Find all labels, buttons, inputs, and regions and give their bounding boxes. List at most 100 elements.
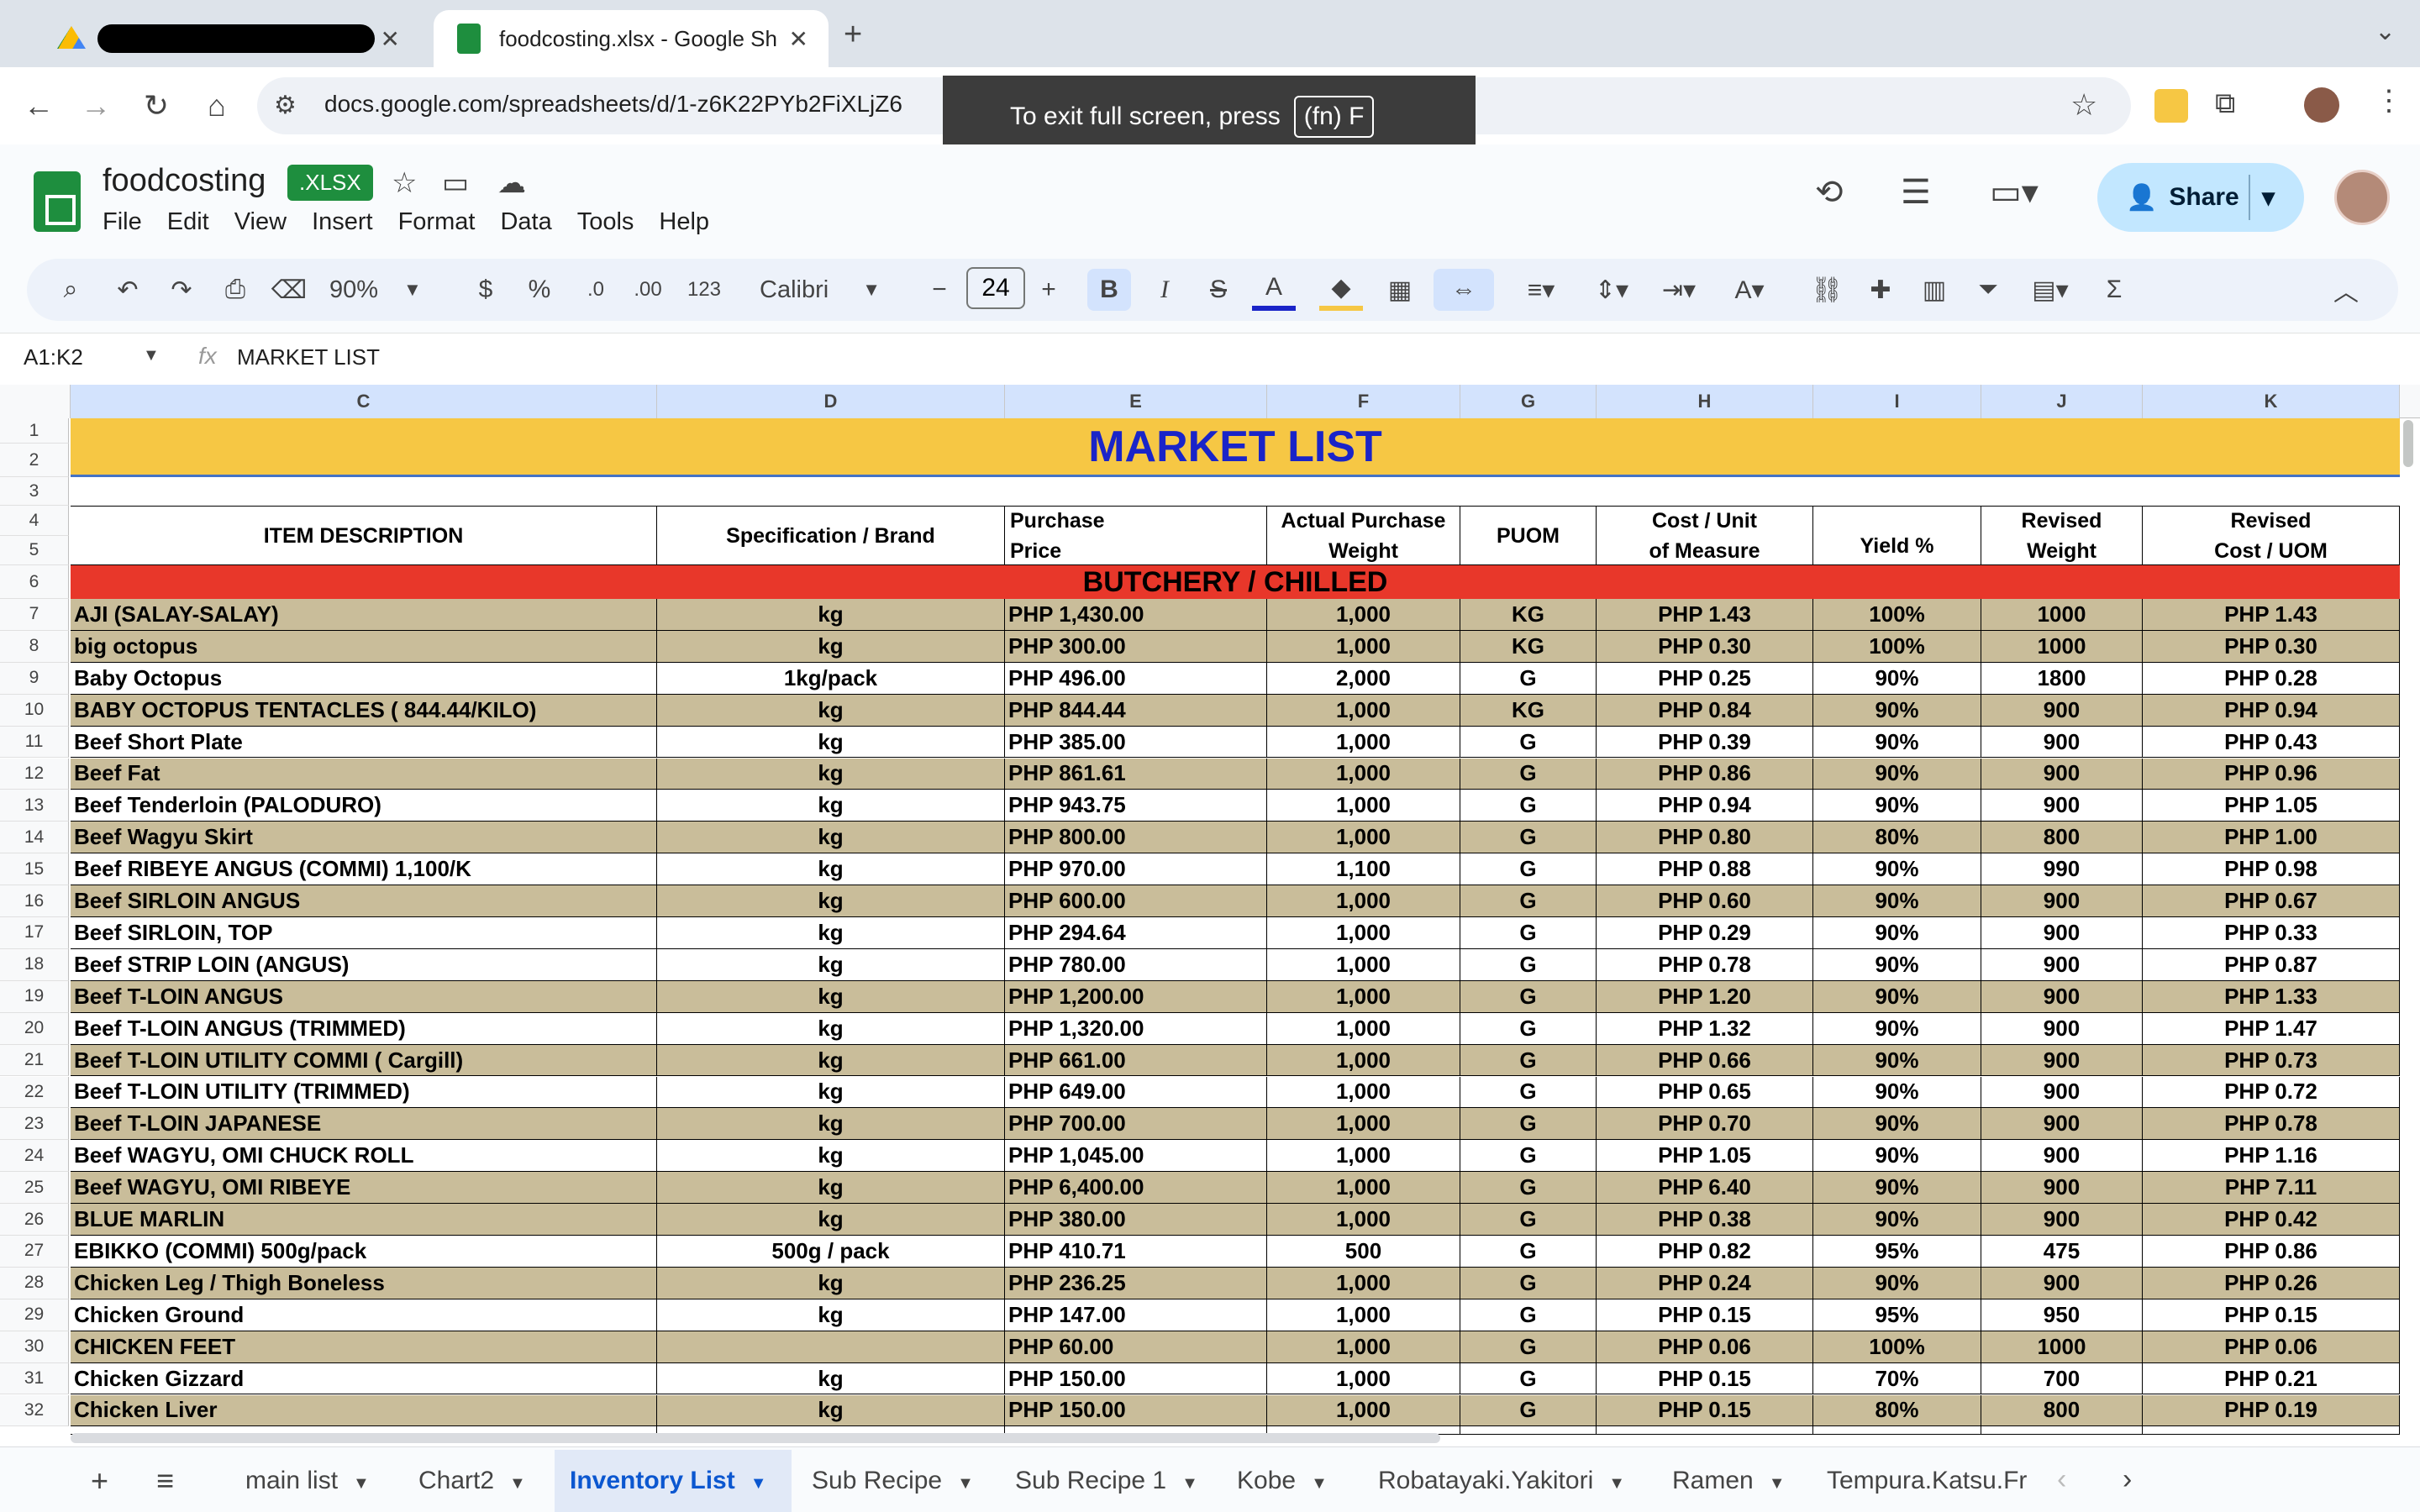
row-header[interactable]: 22 [0, 1076, 69, 1109]
menu-format[interactable]: Format [398, 208, 476, 236]
row-header[interactable]: 7 [0, 599, 69, 631]
cost-per-unit-cell[interactable]: PHP 0.29 [1597, 917, 1813, 949]
revised-cost-cell[interactable]: PHP 0.43 [2143, 726, 2400, 759]
yield-cell[interactable]: 80% [1813, 1394, 1981, 1427]
browser-tab-foodcosting[interactable]: foodcosting.xlsx - Google Sh ✕ [434, 10, 829, 67]
collapse-toolbar-icon[interactable]: ︿ [2328, 269, 2365, 311]
revised-weight-cell[interactable]: 900 [1981, 1140, 2143, 1173]
specification-cell[interactable]: kg [657, 599, 1005, 631]
specification-cell[interactable]: 500g / pack [657, 1236, 1005, 1268]
purchase-price-cell[interactable]: PHP 236.25 [1005, 1267, 1267, 1299]
doc-title[interactable]: foodcosting [103, 163, 266, 199]
specification-cell[interactable]: kg [657, 948, 1005, 981]
revised-cost-cell[interactable]: PHP 0.26 [2143, 1267, 2400, 1299]
revised-weight-cell[interactable]: 950 [1981, 1299, 2143, 1331]
purchase-price-cell[interactable]: PHP 300.00 [1005, 630, 1267, 663]
market-list-title[interactable]: MARKET LIST [71, 418, 2400, 477]
row-header[interactable]: 9 [0, 662, 69, 695]
puom-cell[interactable]: G [1460, 822, 1597, 854]
purchase-price-cell[interactable]: PHP 943.75 [1005, 790, 1267, 822]
item-description-cell[interactable]: Baby Octopus [71, 662, 657, 695]
reload-icon[interactable]: ↻ [138, 87, 175, 124]
row-header[interactable]: 11 [0, 726, 69, 759]
revised-cost-cell[interactable]: PHP 0.33 [2143, 917, 2400, 949]
purchase-weight-cell[interactable]: 1,000 [1267, 1394, 1460, 1427]
menu-view[interactable]: View [234, 208, 287, 236]
purchase-price-cell[interactable]: PHP 385.00 [1005, 726, 1267, 759]
yield-cell[interactable]: 100% [1813, 1331, 1981, 1363]
yield-cell[interactable]: 90% [1813, 1076, 1981, 1109]
purchase-weight-cell[interactable]: 1,000 [1267, 1331, 1460, 1363]
purchase-weight-cell[interactable]: 1,000 [1267, 599, 1460, 631]
yield-cell[interactable]: 90% [1813, 1012, 1981, 1045]
comments-icon[interactable]: ☰ [1901, 173, 1931, 212]
item-description-cell[interactable]: Chicken Leg / Thigh Boneless [71, 1267, 657, 1299]
cost-per-unit-cell[interactable]: PHP 0.24 [1597, 1267, 1813, 1299]
column-header-f[interactable]: F [1267, 385, 1460, 418]
specification-cell[interactable]: kg [657, 917, 1005, 949]
purchase-price-cell[interactable]: PHP 1,320.00 [1005, 1012, 1267, 1045]
column-header-i[interactable]: I [1813, 385, 1981, 418]
bookmark-star-icon[interactable]: ☆ [2070, 87, 2097, 123]
yield-cell[interactable]: 90% [1813, 853, 1981, 886]
puom-cell[interactable]: G [1460, 1362, 1597, 1395]
font-select[interactable]: Calibri ▼ [760, 269, 899, 311]
cost-per-unit-cell[interactable]: PHP 0.80 [1597, 822, 1813, 854]
yield-cell[interactable]: 90% [1813, 662, 1981, 695]
column-header-j[interactable]: J [1981, 385, 2143, 418]
item-description-cell[interactable]: Chicken Gizzard [71, 1362, 657, 1395]
item-description-cell[interactable]: Beef T-LOIN ANGUS (TRIMMED) [71, 1012, 657, 1045]
purchase-price-cell[interactable]: PHP 861.61 [1005, 758, 1267, 790]
puzzle-icon[interactable]: ⧉ [2215, 87, 2235, 120]
cost-per-unit-cell[interactable]: PHP 1.32 [1597, 1012, 1813, 1045]
bold-button[interactable]: B [1087, 269, 1131, 311]
item-description-cell[interactable]: big octopus [71, 630, 657, 663]
row-header[interactable]: 5 [0, 536, 69, 565]
vertical-scrollbar[interactable] [2403, 420, 2413, 467]
yield-cell[interactable]: 90% [1813, 1140, 1981, 1173]
revised-cost-cell[interactable]: PHP 0.87 [2143, 948, 2400, 981]
specification-cell[interactable]: kg [657, 980, 1005, 1013]
cost-per-unit-cell[interactable]: PHP 0.88 [1597, 853, 1813, 886]
specification-cell[interactable]: kg [657, 1140, 1005, 1173]
cost-per-unit-cell[interactable]: PHP 0.38 [1597, 1204, 1813, 1236]
purchase-price-cell[interactable]: PHP 600.00 [1005, 885, 1267, 917]
item-description-cell[interactable]: Chicken Liver [71, 1394, 657, 1427]
row-header[interactable]: 16 [0, 885, 69, 917]
section-butchery[interactable]: BUTCHERY / CHILLED [71, 565, 2400, 599]
row-header[interactable]: 19 [0, 980, 69, 1013]
insert-link-icon[interactable]: ⛓ [1807, 269, 1847, 311]
purchase-price-cell[interactable]: PHP 844.44 [1005, 694, 1267, 727]
column-header-k[interactable]: K [2143, 385, 2400, 418]
extension-icon[interactable] [2154, 89, 2188, 123]
puom-cell[interactable]: G [1460, 1108, 1597, 1141]
purchase-weight-cell[interactable]: 1,000 [1267, 1044, 1460, 1077]
revised-cost-cell[interactable]: PHP 0.72 [2143, 1076, 2400, 1109]
header-cell-e[interactable]: Purchase Price [1005, 506, 1267, 565]
home-icon[interactable]: ⌂ [198, 87, 235, 124]
purchase-weight-cell[interactable]: 1,000 [1267, 694, 1460, 727]
currency-format-button[interactable]: $ [471, 269, 501, 311]
specification-cell[interactable]: kg [657, 694, 1005, 727]
row-header[interactable]: 32 [0, 1394, 69, 1427]
header-cell-k[interactable]: Revised Cost / UOM [2143, 506, 2400, 565]
purchase-weight-cell[interactable]: 1,000 [1267, 758, 1460, 790]
select-all-corner[interactable] [0, 385, 71, 418]
puom-cell[interactable]: G [1460, 1204, 1597, 1236]
revised-cost-cell[interactable]: PHP 0.28 [2143, 662, 2400, 695]
purchase-price-cell[interactable]: PHP 294.64 [1005, 917, 1267, 949]
revised-cost-cell[interactable]: PHP 1.33 [2143, 980, 2400, 1013]
yield-cell[interactable]: 80% [1813, 822, 1981, 854]
increase-font-size-button[interactable]: + [1034, 269, 1064, 311]
revised-cost-cell[interactable]: PHP 0.73 [2143, 1044, 2400, 1077]
puom-cell[interactable]: G [1460, 980, 1597, 1013]
vertical-align-icon[interactable]: ⇕▾ [1585, 269, 1639, 311]
number-format-button[interactable]: 123 [681, 269, 728, 311]
specification-cell[interactable]: 1kg/pack [657, 662, 1005, 695]
purchase-price-cell[interactable]: PHP 380.00 [1005, 1204, 1267, 1236]
revised-cost-cell[interactable]: PHP 0.67 [2143, 885, 2400, 917]
purchase-weight-cell[interactable]: 1,000 [1267, 917, 1460, 949]
row-header[interactable]: 26 [0, 1204, 69, 1236]
cost-per-unit-cell[interactable]: PHP 0.86 [1597, 758, 1813, 790]
row-header[interactable]: 15 [0, 853, 69, 886]
